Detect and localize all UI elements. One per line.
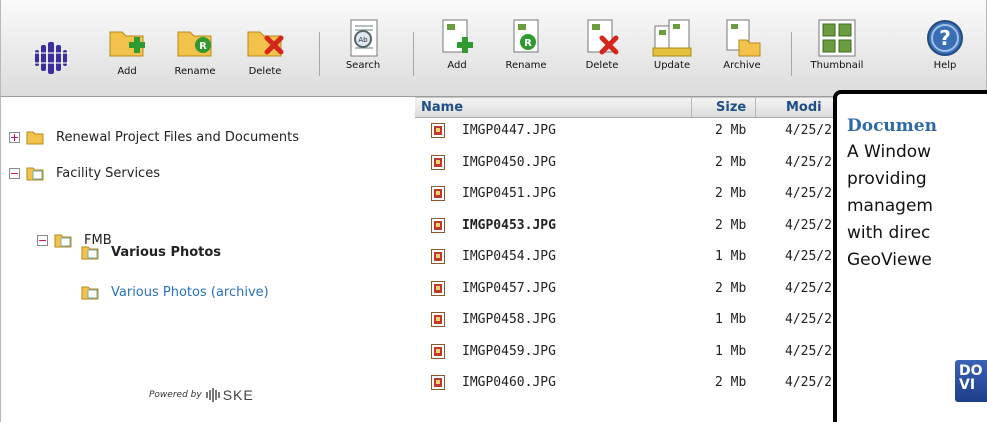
- tree-node-renewal-project[interactable]: Renewal Project Files and Documents: [9, 125, 299, 149]
- file-size: 1 Mb: [715, 249, 747, 264]
- image-file-icon: [431, 154, 445, 170]
- callout-text-line: GeoViewe: [847, 250, 932, 270]
- file-modified: 4/25/2: [785, 375, 832, 390]
- file-add-icon: [442, 19, 473, 53]
- ske-logo-icon: [205, 388, 220, 402]
- folder-rename-icon: R: [177, 31, 212, 57]
- tree-node-facility-services[interactable]: Facility Services: [9, 161, 160, 185]
- thumbnail-grid-icon: [818, 19, 856, 57]
- folder-open-icon: [26, 167, 44, 181]
- file-name: IMGP0458.JPG: [462, 312, 556, 327]
- file-name: IMGP0453.JPG: [462, 217, 556, 233]
- callout-text-line: with direc: [847, 223, 931, 243]
- help-button[interactable]: ? Help: [919, 18, 971, 84]
- image-file-icon: [431, 217, 445, 233]
- folder-add-icon: [109, 31, 145, 57]
- file-modified: 4/25/2: [785, 217, 832, 233]
- archive-icon: [726, 19, 761, 57]
- svg-text:?: ?: [939, 26, 951, 50]
- file-name: IMGP0454.JPG: [462, 249, 556, 264]
- file-size: 1 Mb: [715, 343, 747, 359]
- collapse-icon[interactable]: [37, 234, 48, 246]
- file-size: 1 Mb: [715, 312, 747, 327]
- toolbar-separator: [791, 32, 792, 76]
- file-add-button[interactable]: Add: [431, 18, 483, 84]
- file-modified: 4/25/2: [785, 343, 832, 359]
- docviewer-logo: DO VI: [955, 360, 987, 402]
- file-name: IMGP0460.JPG: [462, 375, 556, 390]
- expand-icon[interactable]: [9, 131, 20, 143]
- image-file-icon: [431, 123, 445, 138]
- svg-text:Ab: Ab: [358, 36, 368, 44]
- folder-tree: Renewal Project Files and Documents Faci…: [0, 97, 416, 422]
- callout-title: Documen: [847, 116, 937, 136]
- file-size: 2 Mb: [715, 123, 747, 138]
- folder-open-icon: [81, 286, 99, 300]
- image-file-icon: [431, 186, 445, 201]
- svg-text:R: R: [524, 38, 532, 49]
- image-file-icon: [431, 343, 445, 359]
- info-callout: Documen A Window providing managem with …: [833, 90, 987, 422]
- tree-node-various-photos-archive[interactable]: Various Photos (archive): [81, 280, 269, 304]
- file-modified: 4/25/2: [785, 186, 832, 201]
- toolbar: Add R Rename Delete Ab Search Add R Rena…: [0, 0, 987, 97]
- callout-text-line: managem: [847, 196, 933, 216]
- search-document-icon: Ab: [350, 19, 378, 57]
- callout-text-line: providing: [847, 169, 927, 189]
- folder-delete-icon: [247, 31, 284, 57]
- file-delete-button[interactable]: Delete: [576, 18, 628, 84]
- file-size: 2 Mb: [715, 217, 747, 233]
- file-modified: 4/25/2: [785, 280, 832, 296]
- callout-text-line: A Window: [847, 142, 932, 162]
- thumbnail-button[interactable]: Thumbnail: [806, 18, 868, 84]
- file-size: 2 Mb: [715, 375, 747, 390]
- powered-by: Powered by SKE: [149, 387, 254, 403]
- file-modified: 4/25/2: [785, 249, 832, 264]
- folder-add-button[interactable]: Add: [101, 24, 153, 90]
- file-rename-icon: R: [513, 19, 539, 53]
- folder-open-icon: [81, 246, 99, 260]
- file-name: IMGP0450.JPG: [462, 154, 556, 170]
- search-button[interactable]: Ab Search: [337, 18, 389, 84]
- archive-button[interactable]: Archive: [713, 18, 771, 84]
- folder-rename-button[interactable]: R Rename: [165, 24, 225, 90]
- file-size: 2 Mb: [715, 280, 747, 296]
- toolbar-separator: [319, 32, 320, 76]
- document-manager-window: Add R Rename Delete Ab Search Add R Rena…: [0, 0, 987, 422]
- file-name: IMGP0459.JPG: [462, 343, 556, 359]
- file-size: 2 Mb: [715, 186, 747, 201]
- image-file-icon: [431, 249, 445, 264]
- update-documents-icon: [652, 19, 692, 57]
- file-name: IMGP0457.JPG: [462, 280, 556, 296]
- update-button[interactable]: Update: [643, 18, 701, 84]
- image-file-icon: [431, 280, 445, 296]
- collapse-icon[interactable]: [9, 167, 20, 179]
- file-name: IMGP0447.JPG: [462, 123, 556, 138]
- help-icon: ?: [927, 20, 963, 56]
- file-modified: 4/25/2: [785, 123, 832, 138]
- file-name: IMGP0451.JPG: [462, 186, 556, 201]
- file-modified: 4/25/2: [785, 154, 832, 170]
- file-size: 2 Mb: [715, 154, 747, 170]
- file-rename-button[interactable]: R Rename: [496, 18, 556, 84]
- folder-open-icon: [54, 234, 72, 248]
- column-header-name[interactable]: Name: [415, 98, 692, 117]
- column-header-size[interactable]: Size: [692, 98, 756, 117]
- folder-delete-button[interactable]: Delete: [239, 24, 291, 90]
- image-file-icon: [431, 375, 445, 390]
- tree-node-various-photos[interactable]: Various Photos: [81, 240, 221, 264]
- file-modified: 4/25/2: [785, 312, 832, 327]
- folder-icon: [26, 131, 44, 145]
- file-delete-icon: [587, 19, 619, 55]
- toolbar-separator: [413, 32, 414, 76]
- image-file-icon: [431, 312, 445, 327]
- svg-text:R: R: [199, 41, 207, 52]
